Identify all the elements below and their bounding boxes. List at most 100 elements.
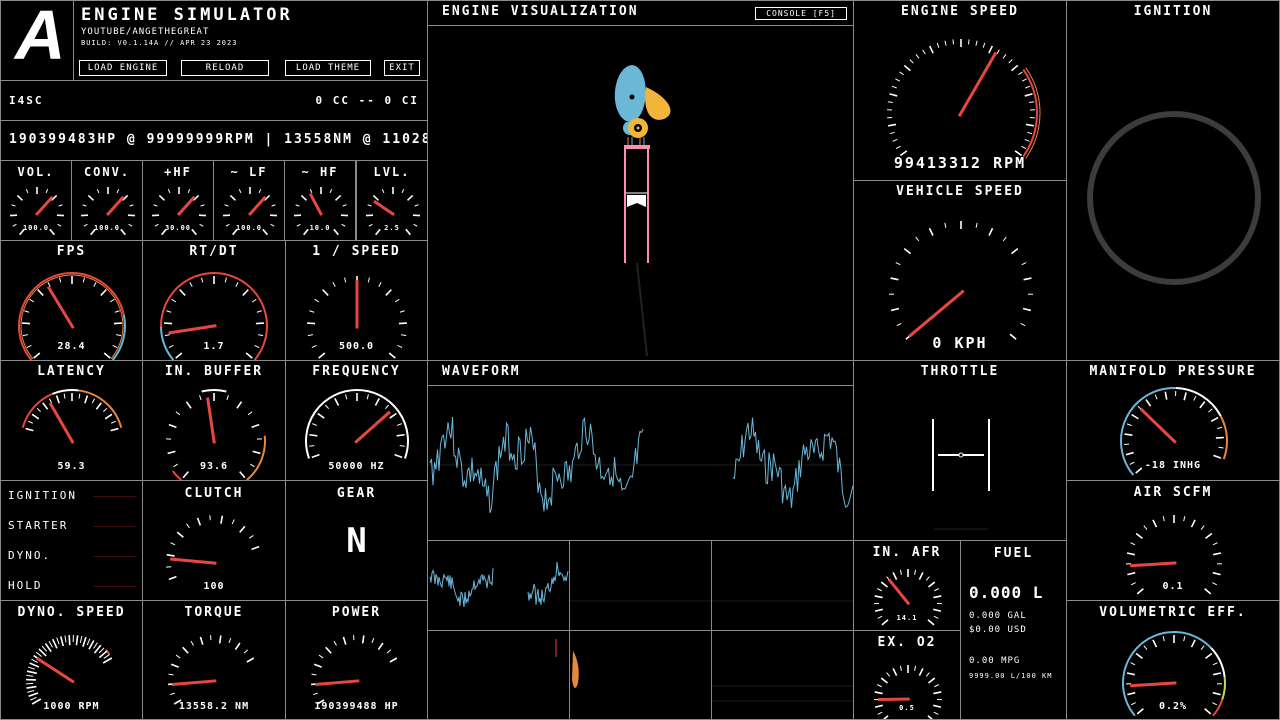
gauge-tick [312, 423, 318, 426]
load-engine-button[interactable]: LOAD ENGINE [79, 60, 167, 76]
gauge-tick [374, 398, 380, 406]
gauge-tick [1029, 101, 1035, 103]
volumetric-eff-gauge-value: 0.2% [1158, 701, 1188, 712]
fuel-title: FUEL [993, 546, 1034, 561]
gauge-tick [196, 517, 202, 526]
gauge-tick [1200, 525, 1205, 530]
gauge-tick [367, 277, 370, 283]
gauge-tick [182, 646, 189, 654]
gauge-tick [166, 310, 172, 313]
exit-button[interactable]: EXIT [384, 60, 420, 76]
gauge-tick [86, 638, 91, 646]
manifold-pressure-gauge: MANIFOLD PRESSURE -18 INHG [1066, 360, 1280, 481]
ex-o2-gauge: EX. O2 0.5 [853, 630, 961, 720]
gauge-tick [1130, 662, 1136, 666]
gauge-tick [1008, 59, 1013, 64]
spectrum-plot-1 [429, 561, 569, 608]
small-gauge-2: CONV. 100.0 [71, 160, 143, 241]
gauge-tick [344, 277, 347, 283]
in-afr-gauge-value: 14.1 [896, 614, 918, 622]
gauge-arc [1210, 647, 1226, 678]
gauge-tick [234, 642, 241, 651]
gauge-tick [1021, 262, 1027, 266]
gauge-tick [882, 715, 889, 719]
gauge-tick [899, 569, 902, 575]
row3-gauge-2: IN. BUFFER 93.6 [142, 360, 286, 481]
reload-button[interactable]: RELOAD [181, 60, 269, 76]
gauge-tick [394, 453, 403, 459]
gauge-tick [406, 194, 414, 201]
gauge-tick [1002, 53, 1007, 59]
gauge-tick [245, 352, 253, 359]
row3-gauge-1-value: 59.3 [57, 461, 86, 472]
gauge-tick [936, 42, 940, 48]
gauge-tick [1024, 93, 1033, 97]
gauge-tick [342, 636, 347, 645]
gauge-tick [190, 640, 194, 646]
indicator-dyno: DYNO. [8, 549, 52, 562]
gauge-arc [171, 470, 182, 480]
gauge-tick [1131, 413, 1139, 420]
load-theme-button[interactable]: LOAD THEME [285, 60, 371, 76]
gauge-tick [1024, 138, 1030, 142]
gauge-tick [313, 663, 322, 668]
ignition-panel: IGNITION [1066, 0, 1280, 361]
gauge-tick [874, 691, 883, 695]
gauge-tick [235, 281, 239, 287]
gauge-tick [1021, 145, 1027, 150]
gauge-tick [309, 189, 313, 194]
gauge-tick [1212, 542, 1218, 546]
gauge-tick [1126, 672, 1136, 676]
gauge-tick [31, 413, 40, 420]
gear-value: N [346, 521, 367, 561]
gauge-tick [918, 572, 924, 580]
gauge-tick [892, 572, 898, 580]
gauge-tick [345, 394, 348, 400]
gauge-arc [78, 389, 123, 429]
gauge-tick [25, 427, 34, 432]
gauge-tick [1162, 516, 1165, 522]
engine-peak-stats: 190399483HP @ 99999999RPM | 13558NM @ 11… [9, 132, 481, 147]
gauge-arc [1022, 68, 1038, 158]
gauge-tick [26, 670, 38, 675]
gauge-tick [1199, 401, 1206, 409]
gauge-tick [952, 39, 954, 45]
gauge-tick [934, 588, 940, 592]
gauge-tick [56, 637, 60, 645]
gauge-tick [386, 649, 392, 654]
gauge-tick [334, 398, 340, 406]
gauge-tick [915, 236, 920, 242]
gauge-tick [1022, 307, 1032, 312]
spectrum-plot-2 [570, 600, 711, 602]
gauge-tick [880, 581, 889, 588]
gauge-tick [179, 289, 186, 296]
gauge-tick [187, 189, 191, 194]
gauge-tick [1002, 236, 1007, 242]
build-text: BUILD: V0.1.14A // APR 23 2023 [81, 39, 238, 47]
engine-name: I4SC [9, 94, 44, 107]
gauge-tick [925, 576, 930, 581]
gauge-needle [373, 199, 395, 216]
gauge-arc [201, 389, 227, 393]
gauge-tick [389, 412, 397, 419]
throttle-panel: THROTTLE [853, 360, 1067, 541]
gauge-tick [1164, 391, 1168, 400]
gauge-tick [78, 393, 81, 399]
engine-cylinder-graphic [614, 65, 671, 357]
indicator-ignition: IGNITION [8, 489, 77, 502]
gauge-tick [312, 692, 318, 696]
fuel-gallons: 0.000 GAL [969, 611, 1027, 621]
gauge-tick [189, 281, 193, 287]
gauge-tick [238, 189, 242, 194]
waveform-panel: WAVEFORM [427, 360, 854, 541]
small-gauge-1-value: 100.0 [22, 224, 50, 232]
mid-gauge-3: 1 / SPEED 500.0 [285, 240, 428, 361]
gauge-tick [880, 677, 889, 684]
gauge-tick [895, 145, 901, 150]
engine-peak-panel: 190399483HP @ 99999999RPM | 13558NM @ 11… [0, 120, 479, 161]
gauge-tick [82, 204, 87, 207]
mid-gauge-2: RT/DT 1.7 [142, 240, 286, 361]
gauge-tick [324, 404, 330, 410]
gauge-needle [1129, 561, 1177, 568]
gauge-needle [1129, 681, 1177, 688]
